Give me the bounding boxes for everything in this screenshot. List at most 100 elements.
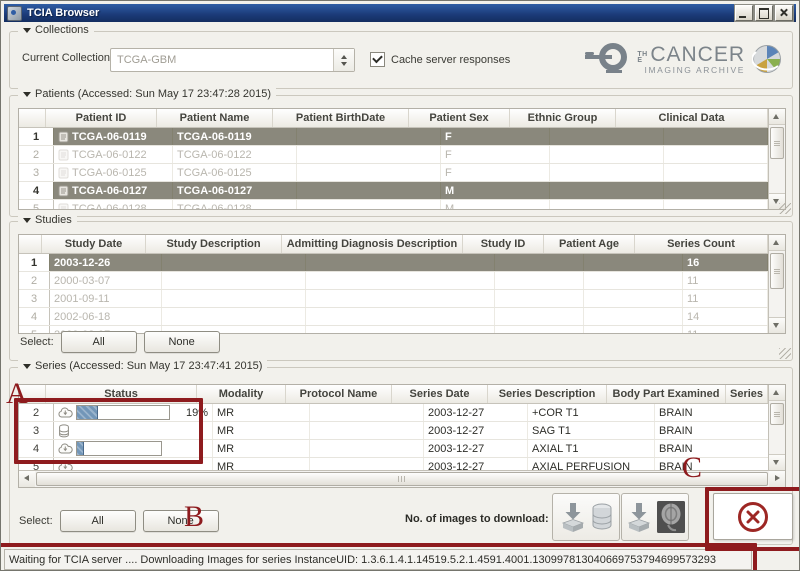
table-row[interactable]: 3 2001-09-11 11	[19, 290, 768, 308]
column-header[interactable]: Patient Name	[157, 109, 273, 127]
maximize-button[interactable]	[755, 5, 773, 21]
collapse-arrow-icon	[23, 218, 31, 223]
title-bar[interactable]: TCIA Browser	[4, 4, 796, 22]
scrollbar-thumb[interactable]	[770, 127, 784, 159]
collection-combobox-value: TCGA-GBM	[111, 54, 333, 66]
download-images-button[interactable]	[621, 493, 689, 541]
table-row[interactable]: 5 MR 2003-12-27 AXIAL PERFUSION BRAIN 10…	[19, 458, 768, 470]
column-header[interactable]: Study Description	[146, 235, 282, 253]
logo-subtitle-text: IMAGING ARCHIVE	[644, 66, 745, 75]
globe-sphere-icon	[752, 44, 782, 74]
images-to-download-label: No. of images to download:0	[405, 513, 559, 525]
scrollbar-thumb[interactable]	[770, 403, 784, 425]
scroll-right-button[interactable]	[769, 471, 785, 487]
scrollbar-thumb[interactable]	[36, 472, 768, 486]
patient-record-icon	[58, 167, 69, 179]
resize-grip[interactable]	[779, 203, 791, 214]
table-row[interactable]: 1 TCGA-06-0119 TCGA-06-0119 F	[19, 128, 768, 146]
scroll-up-button[interactable]	[769, 109, 785, 125]
collections-legend[interactable]: Collections	[18, 24, 94, 36]
database-icon	[591, 503, 613, 531]
arrow-left-icon	[24, 475, 29, 481]
arrow-down-icon	[773, 460, 779, 465]
cancel-download-button[interactable]	[713, 493, 793, 540]
column-header[interactable]: Status	[46, 385, 197, 403]
collapse-arrow-icon	[23, 364, 31, 369]
studies-select-label: Select:	[20, 336, 54, 348]
column-header[interactable]: Series Date	[392, 385, 488, 403]
horizontal-scrollbar[interactable]	[19, 470, 785, 487]
download-to-database-button[interactable]	[552, 493, 620, 541]
arrow-up-icon	[773, 390, 779, 395]
scroll-left-button[interactable]	[19, 471, 35, 487]
minimize-button[interactable]	[735, 5, 753, 21]
ct-scanner-icon	[584, 41, 630, 77]
column-header[interactable]: Patient Age	[544, 235, 635, 253]
scroll-up-button[interactable]	[769, 385, 785, 401]
series-table-header: Status Modality Protocol Name Series Dat…	[19, 385, 768, 404]
column-header[interactable]: Modality	[197, 385, 286, 403]
column-header[interactable]: Patient BirthDate	[273, 109, 409, 127]
spin-down-icon	[341, 62, 347, 66]
resize-grip[interactable]	[779, 348, 791, 359]
patient-record-icon	[58, 203, 69, 210]
annotation-letter-c: C	[682, 453, 702, 483]
column-header[interactable]: Admitting Diagnosis Description	[282, 235, 463, 253]
table-row[interactable]: 5 TCGA-06-0128 TCGA-06-0128 M	[19, 200, 768, 209]
studies-select-none-button[interactable]: None	[144, 331, 220, 353]
column-header[interactable]: Protocol Name	[286, 385, 392, 403]
checkbox-box[interactable]	[370, 52, 385, 67]
collection-combobox[interactable]: TCGA-GBM	[110, 48, 355, 72]
column-header[interactable]: Ethnic Group	[510, 109, 616, 127]
studies-group: Studies Study Date Study Description Adm…	[9, 221, 793, 361]
series-legend[interactable]: Series (Accessed: Sun May 17 23:47:41 20…	[18, 360, 267, 372]
scroll-down-button[interactable]	[769, 317, 785, 333]
table-row[interactable]: 1 2003-12-26 16	[19, 254, 768, 272]
column-header[interactable]: Series Count	[635, 235, 768, 253]
combobox-spinner[interactable]	[333, 49, 354, 71]
cache-server-label: Cache server responses	[391, 54, 510, 66]
column-header[interactable]: Patient Sex	[409, 109, 510, 127]
cloud-download-icon	[58, 461, 73, 470]
series-select-label: Select:	[19, 515, 53, 527]
minimize-icon	[739, 16, 746, 18]
close-button[interactable]	[775, 5, 793, 21]
scroll-up-button[interactable]	[769, 235, 785, 251]
table-row[interactable]: 4 2002-06-18 14	[19, 308, 768, 326]
tcia-browser-window: TCIA Browser Collections Current Collect…	[0, 0, 800, 571]
table-row[interactable]: 2 TCGA-06-0122 TCGA-06-0122 F	[19, 146, 768, 164]
logo-the-text: THE	[637, 52, 648, 65]
table-row[interactable]: 4 MR 2003-12-27 AXIAL T1 BRAIN 6.000000	[19, 440, 768, 458]
download-progress-bar	[76, 441, 162, 456]
cache-server-checkbox[interactable]: Cache server responses	[370, 52, 510, 67]
scroll-down-button[interactable]	[769, 454, 785, 470]
patients-legend[interactable]: Patients (Accessed: Sun May 17 23:47:28 …	[18, 88, 276, 100]
table-row[interactable]: 2 2000-03-07 11	[19, 272, 768, 290]
studies-select-all-button[interactable]: All	[61, 331, 137, 353]
spin-up-icon	[341, 55, 347, 59]
column-header[interactable]: Series Description	[488, 385, 607, 403]
vertical-scrollbar[interactable]	[768, 385, 785, 470]
column-header[interactable]: Body Part Examined	[607, 385, 726, 403]
table-row[interactable]: 2 19% MR 2003-12-27 +COR T1 BRAIN 12.000…	[19, 404, 768, 422]
app-icon	[7, 6, 22, 21]
column-header[interactable]: Series	[726, 385, 768, 403]
column-header[interactable]: Patient ID	[46, 109, 157, 127]
studies-legend[interactable]: Studies	[18, 214, 77, 226]
annotation-letter-b: B	[184, 502, 204, 532]
current-collection-label: Current Collection:	[22, 52, 113, 64]
table-row[interactable]: 3 TCGA-06-0125 TCGA-06-0125 F	[19, 164, 768, 182]
column-header[interactable]: Study ID	[463, 235, 544, 253]
scrollbar-thumb[interactable]	[770, 253, 784, 289]
column-header[interactable]: Study Date	[42, 235, 146, 253]
vertical-scrollbar[interactable]	[768, 235, 785, 333]
series-status-cell	[54, 458, 213, 470]
table-row[interactable]: 3 MR 2003-12-27 SAG T1 BRAIN 4.000000	[19, 422, 768, 440]
patients-table: Patient ID Patient Name Patient BirthDat…	[18, 108, 786, 210]
column-header[interactable]: Clinical Data	[616, 109, 768, 127]
vertical-scrollbar[interactable]	[768, 109, 785, 209]
series-select-none-button[interactable]: None	[143, 510, 219, 532]
table-row[interactable]: 4 TCGA-06-0127 TCGA-06-0127 M	[19, 182, 768, 200]
annotation-letter-a: A	[6, 379, 28, 409]
series-select-all-button[interactable]: All	[60, 510, 136, 532]
